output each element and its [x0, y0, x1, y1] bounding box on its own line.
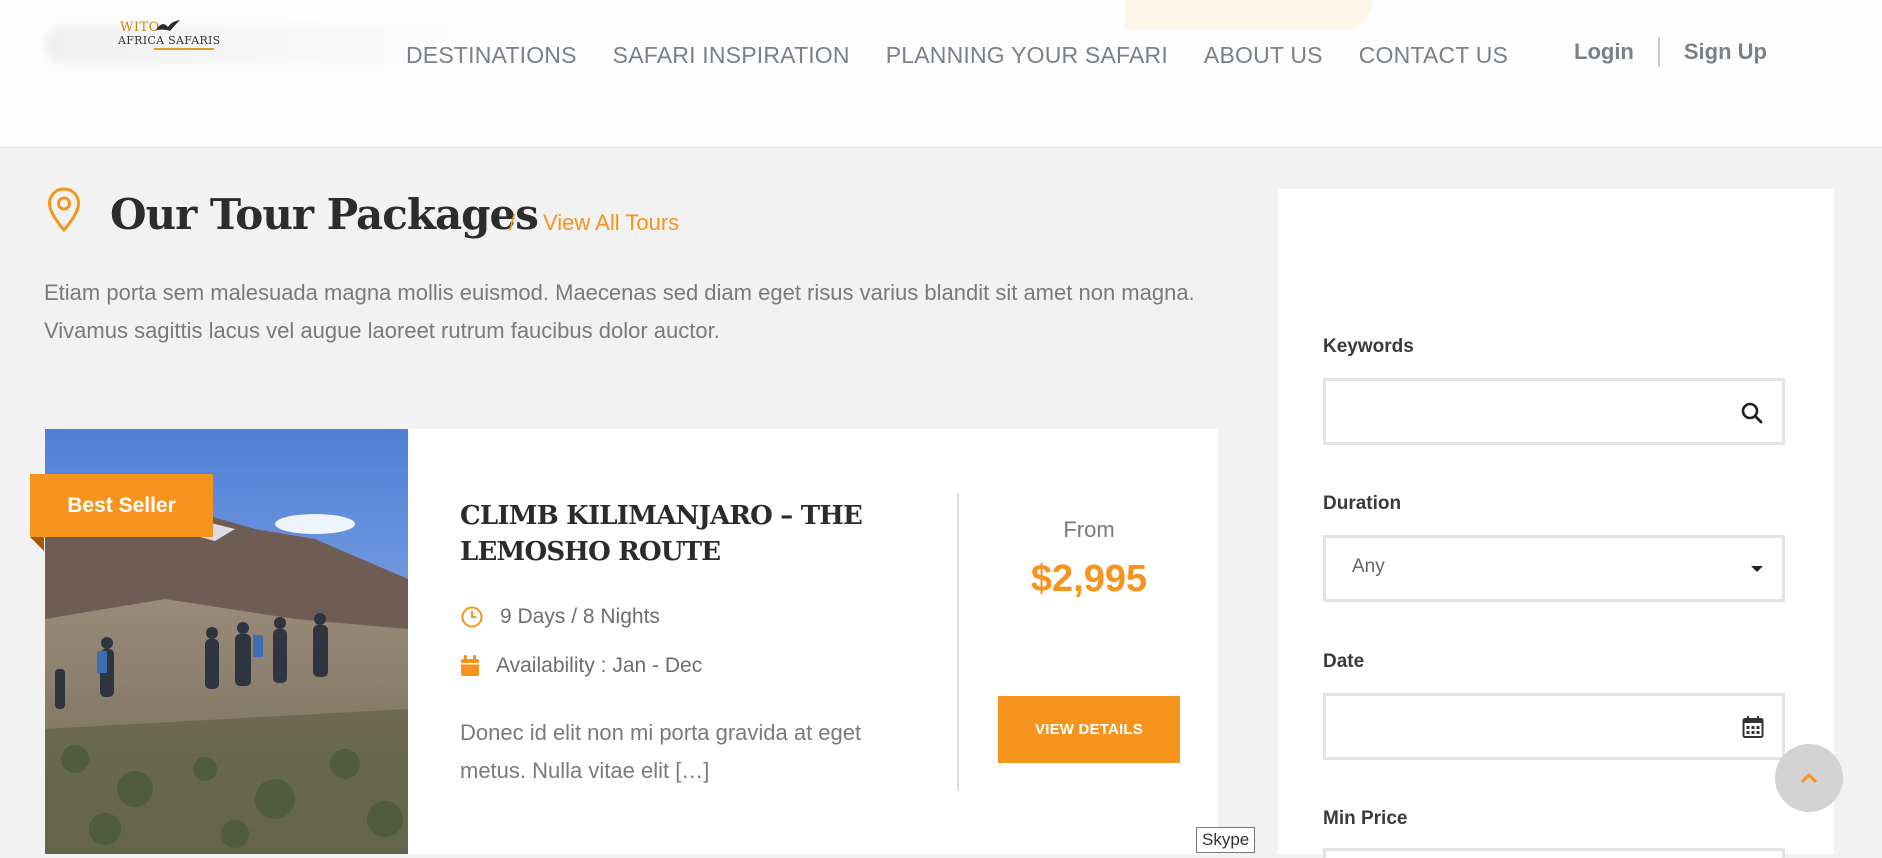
- badge-fold: [30, 537, 44, 551]
- duration-select[interactable]: Any: [1323, 535, 1785, 602]
- price-from-label: From: [1063, 517, 1115, 542]
- site-logo[interactable]: WITO AFRICA SAFARIS: [116, 18, 226, 54]
- date-label: Date: [1323, 651, 1365, 672]
- tour-card: [45, 429, 1218, 854]
- caret-down-icon: [1751, 566, 1763, 572]
- header-accent-shape: [1125, 0, 1372, 30]
- min-price-label: Min Price: [1323, 808, 1408, 829]
- title-separator: /: [509, 210, 516, 235]
- signup-link[interactable]: Sign Up: [1684, 39, 1767, 65]
- header-shadow: [45, 25, 465, 65]
- date-input[interactable]: [1346, 696, 1730, 759]
- tour-title[interactable]: CLIMB KILIMANJARO – THE LEMOSHO ROUTE: [460, 498, 880, 570]
- main-nav: DESTINATIONS SAFARI INSPIRATION PLANNING…: [406, 42, 1508, 69]
- search-icon[interactable]: [1740, 401, 1764, 425]
- nav-about-us[interactable]: ABOUT US: [1204, 42, 1323, 69]
- login-link[interactable]: Login: [1574, 39, 1634, 65]
- keywords-label: Keywords: [1323, 336, 1414, 357]
- nav-destinations[interactable]: DESTINATIONS: [406, 42, 577, 69]
- availability-text: Availability : Jan - Dec: [496, 654, 703, 677]
- auth-links: Login Sign Up: [1574, 37, 1767, 67]
- tour-price: $2,995: [1030, 558, 1148, 600]
- card-divider: [957, 493, 959, 791]
- map-pin-icon: [47, 187, 81, 233]
- tour-duration: 9 Days / 8 Nights: [460, 605, 660, 629]
- tour-availability: Availability : Jan - Dec: [460, 654, 702, 678]
- chevron-up-icon: [1800, 772, 1818, 784]
- duration-selected-value: Any: [1352, 556, 1385, 577]
- skype-tooltip: Skype: [1196, 827, 1256, 853]
- view-all-tours-link[interactable]: View All Tours: [543, 210, 679, 236]
- nav-planning-your-safari[interactable]: PLANNING YOUR SAFARI: [886, 42, 1168, 69]
- tour-excerpt: Donec id elit non mi porta gravida at eg…: [460, 720, 862, 783]
- logo-text-bottom: AFRICA SAFARIS: [118, 34, 221, 47]
- nav-contact-us[interactable]: CONTACT US: [1359, 42, 1508, 69]
- nav-safari-inspiration[interactable]: SAFARI INSPIRATION: [613, 42, 850, 69]
- clock-icon: [461, 606, 483, 628]
- site-header: WITO AFRICA SAFARIS DESTINATIONS SAFARI …: [0, 0, 1882, 148]
- view-details-button[interactable]: VIEW DETAILS: [998, 696, 1180, 763]
- page-title: Our Tour Packages: [110, 190, 539, 239]
- calendar-grid-icon[interactable]: [1742, 715, 1764, 739]
- duration-label: Duration: [1323, 493, 1402, 514]
- section-intro: Etiam porta sem malesuada magna mollis e…: [44, 280, 1195, 343]
- keywords-field[interactable]: [1323, 378, 1785, 445]
- logo-underline: [154, 48, 214, 50]
- scroll-to-top-button[interactable]: [1775, 744, 1843, 812]
- keywords-input[interactable]: [1346, 381, 1730, 444]
- duration-text: 9 Days / 8 Nights: [500, 605, 660, 628]
- date-field[interactable]: [1323, 693, 1785, 760]
- auth-divider: [1657, 37, 1660, 67]
- best-seller-badge: Best Seller: [30, 474, 213, 537]
- calendar-icon: [461, 655, 479, 676]
- min-price-field[interactable]: [1323, 848, 1785, 858]
